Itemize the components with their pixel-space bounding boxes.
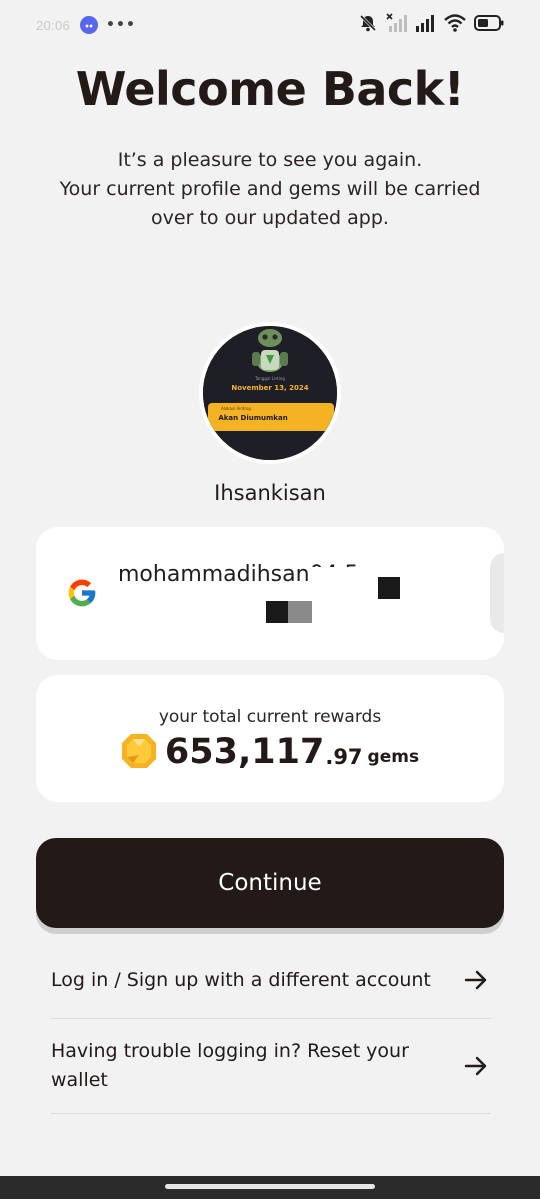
google-icon xyxy=(68,579,96,607)
rewards-amount: 653,117 .97 gems xyxy=(36,731,504,773)
page-title: Welcome Back! xyxy=(75,62,465,116)
rewards-amount-integer: 653,117 xyxy=(164,732,325,772)
subtitle-line: over to our updated app. xyxy=(151,207,389,229)
redaction-block xyxy=(378,577,400,599)
different-account-link[interactable]: Log in / Sign up with a different accoun… xyxy=(51,942,491,1019)
redaction-block xyxy=(288,601,312,623)
rewards-label: your total current rewards xyxy=(158,707,382,727)
signal-off-icon xyxy=(386,13,407,32)
status-bar: 20:06 ••• xyxy=(0,0,540,50)
home-gesture-handle[interactable] xyxy=(165,1184,375,1189)
rewards-card: your total current rewards 653,117 .97 g… xyxy=(36,675,504,802)
reset-wallet-link[interactable]: Having trouble logging in? Reset your wa… xyxy=(51,1019,491,1114)
rewards-amount-decimal: .97 xyxy=(325,745,363,769)
continue-button[interactable]: Continue xyxy=(36,838,504,928)
signal-icon xyxy=(416,15,434,32)
airdrop-label: Alokasi Airdrop xyxy=(221,406,251,411)
discord-icon xyxy=(80,16,99,34)
page-subtitle: It’s a pleasure to see you again. Your c… xyxy=(40,146,500,233)
subtitle-line: Your current profile and gems will be ca… xyxy=(59,178,481,200)
status-time: 20:06 xyxy=(36,17,71,33)
listing-label: Tanggal Listing xyxy=(254,376,285,381)
link-label: Log in / Sign up with a different accoun… xyxy=(51,968,431,991)
subtitle-line: It’s a pleasure to see you again. xyxy=(117,149,423,171)
battery-icon xyxy=(474,15,504,31)
carousel-edge xyxy=(490,553,504,633)
rewards-unit: gems xyxy=(367,747,420,767)
account-card[interactable]: mohammadihsan04 5 xyxy=(36,527,504,660)
avatar-illustration: Tanggal Listing November 13, 2024 Alokas… xyxy=(203,326,337,460)
mute-icon xyxy=(359,14,377,32)
airdrop-status: Akan Diumumkan xyxy=(218,414,287,422)
link-label: Having trouble logging in? Reset your wa… xyxy=(51,1040,409,1091)
status-icons xyxy=(358,13,504,33)
avatar-image: Tanggal Listing November 13, 2024 Alokas… xyxy=(203,326,337,460)
wifi-icon xyxy=(444,14,466,32)
listing-date: November 13, 2024 xyxy=(231,384,308,392)
more-notifications-icon: ••• xyxy=(106,17,136,33)
redaction-mask xyxy=(308,567,388,593)
username: Ihsankisan xyxy=(214,481,326,505)
arrow-right-icon xyxy=(464,970,487,990)
system-nav-bar xyxy=(0,1176,540,1199)
avatar: Tanggal Listing November 13, 2024 Alokas… xyxy=(199,322,341,464)
redaction-block xyxy=(266,601,288,623)
gem-icon xyxy=(121,734,156,768)
arrow-right-icon xyxy=(464,1056,487,1076)
